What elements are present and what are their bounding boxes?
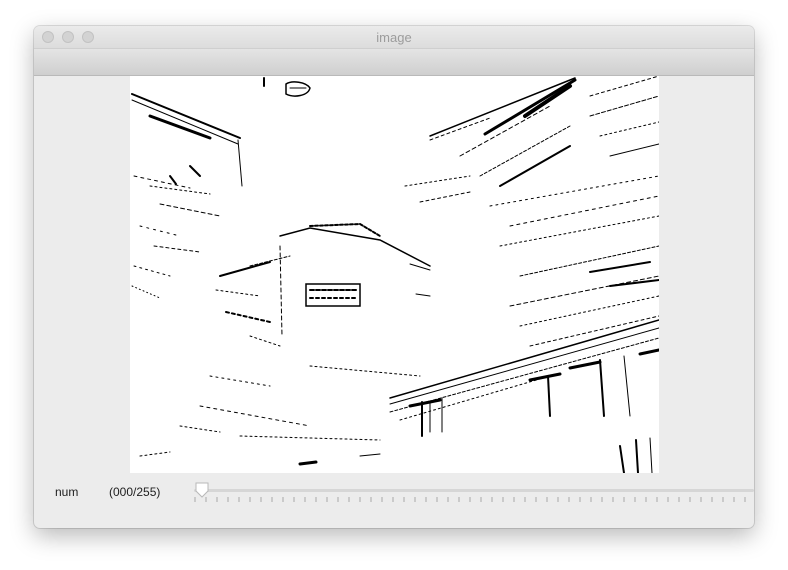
slider-thumb[interactable]	[194, 482, 210, 498]
window-title: image	[376, 30, 412, 45]
toolbar	[34, 49, 754, 76]
image-window: image num (000/255)	[34, 26, 754, 528]
thresholded-image	[130, 76, 659, 473]
trackbar-row: num (000/255)	[34, 478, 754, 508]
slider-track[interactable]	[194, 489, 754, 492]
slider-ticks	[194, 497, 746, 502]
image-canvas[interactable]	[130, 76, 659, 473]
title-bar[interactable]: image	[34, 26, 754, 49]
trackbar-value: (000/255)	[109, 485, 161, 499]
trackbar-label: num	[55, 485, 79, 499]
num-slider[interactable]	[194, 482, 754, 504]
